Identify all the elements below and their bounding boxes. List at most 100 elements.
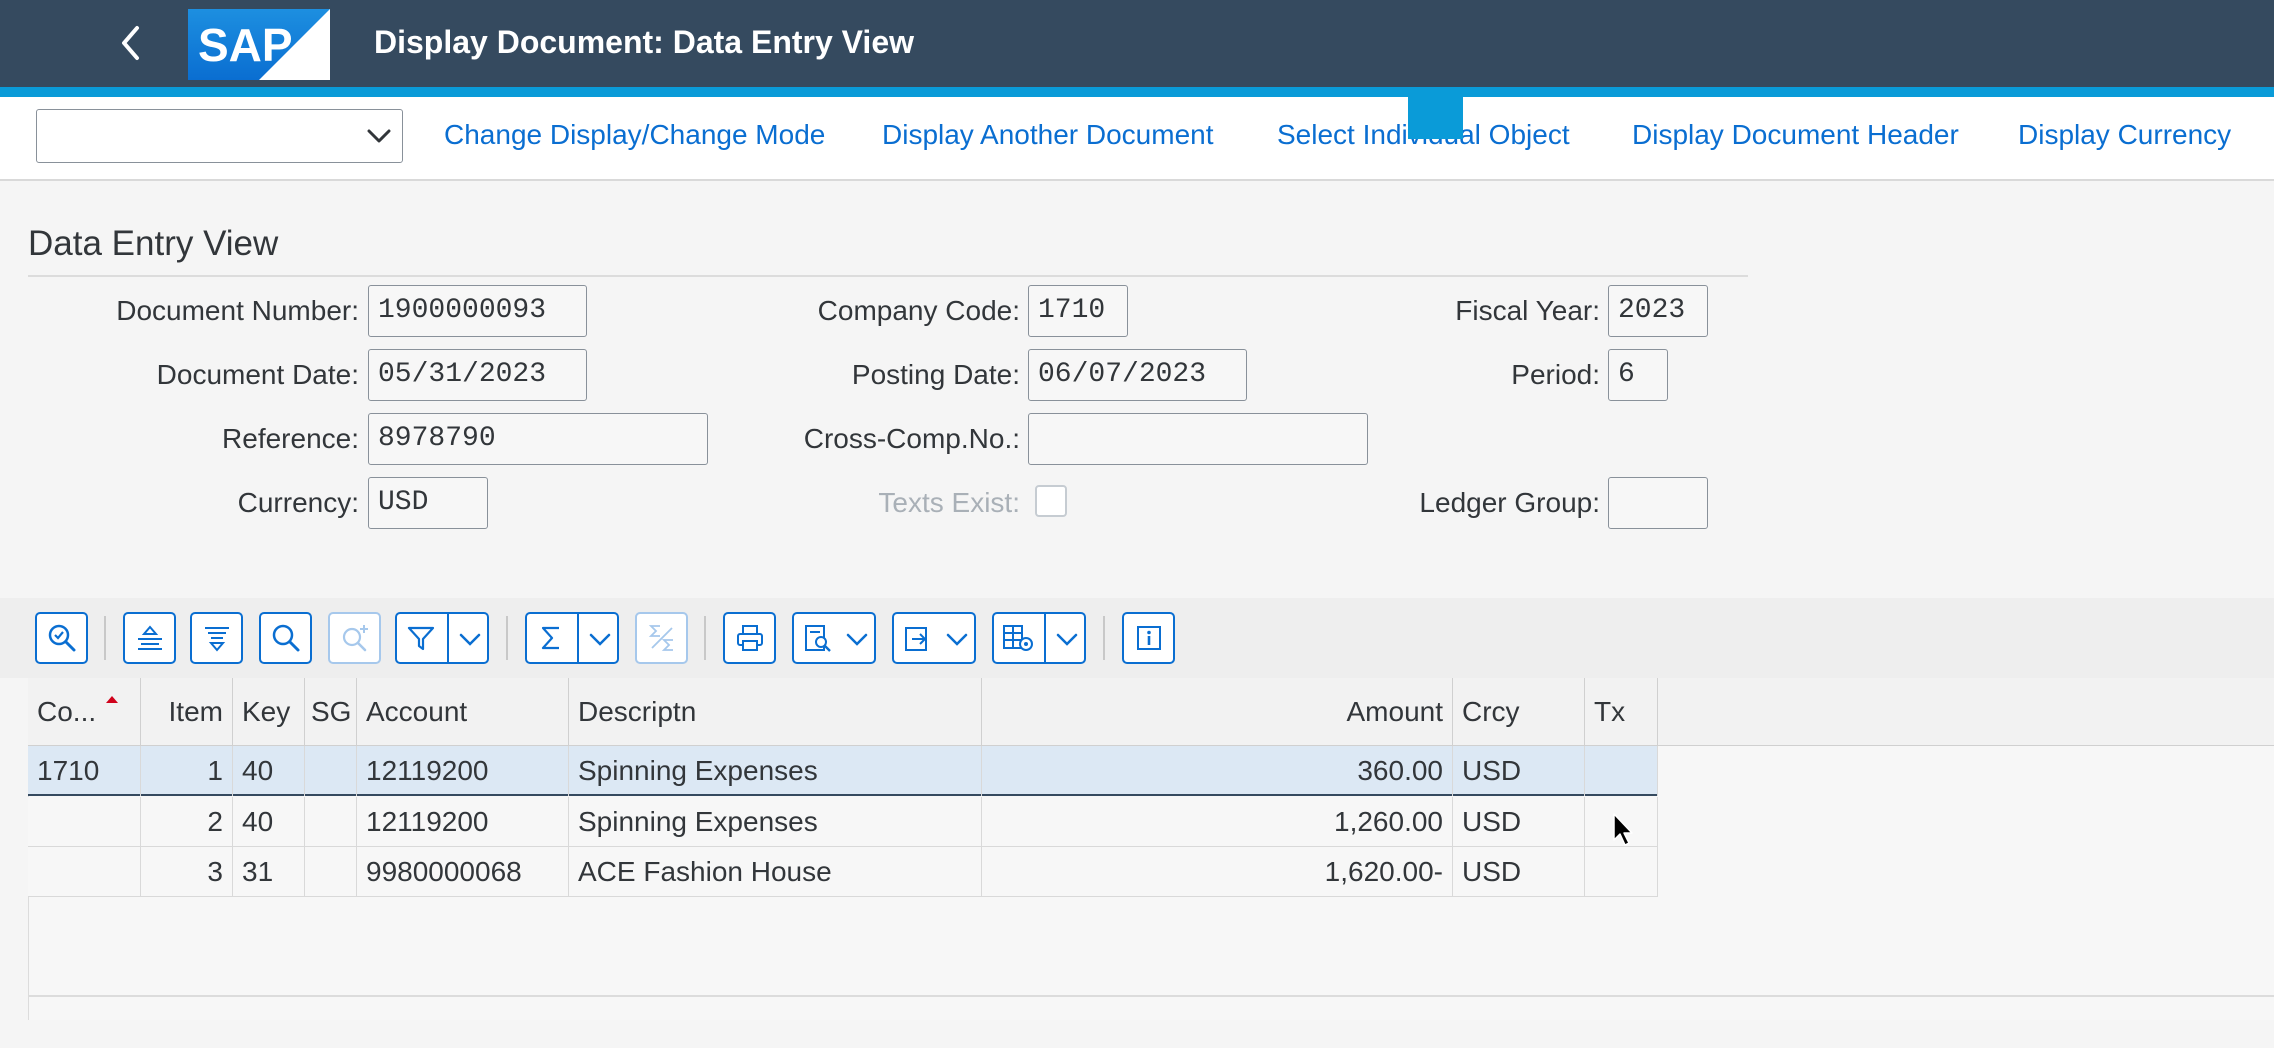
cell-sg xyxy=(305,746,357,796)
column-header-item[interactable]: Item xyxy=(141,678,233,746)
reference-field[interactable]: 8978790 xyxy=(368,413,708,465)
toolbar-separator xyxy=(704,616,706,660)
cell-amount: 1,260.00 xyxy=(982,797,1453,847)
shell-accent-bar xyxy=(0,87,2274,97)
period-field[interactable]: 6 xyxy=(1608,349,1668,401)
change-display-mode-button[interactable]: Change Display/Change Mode xyxy=(444,115,825,155)
reference-label: Reference: xyxy=(222,423,359,454)
document-date-field[interactable]: 05/31/2023 xyxy=(368,349,587,401)
more-actions-combobox[interactable] xyxy=(36,109,403,163)
column-header-description[interactable]: Descriptn xyxy=(569,678,982,746)
layout-settings-icon xyxy=(1003,625,1033,651)
cross-comp-no-label: Cross-Comp.No.: xyxy=(803,423,1020,454)
cell-company xyxy=(28,797,141,847)
display-document-header-button[interactable]: Display Document Header xyxy=(1632,115,1959,155)
cell-item: 3 xyxy=(141,847,233,897)
chevron-down-icon xyxy=(459,633,481,646)
posting-date-field[interactable]: 06/07/2023 xyxy=(1028,349,1247,401)
cell-company xyxy=(28,847,141,897)
export-icon xyxy=(905,627,927,651)
cell-account: 12119200 xyxy=(357,746,569,796)
cell-description: ACE Fashion House xyxy=(569,847,982,897)
column-header-company[interactable]: Co... xyxy=(28,678,141,746)
currency-label: Currency: xyxy=(237,487,359,518)
column-header-key[interactable]: Key xyxy=(233,678,305,746)
sum-icon xyxy=(541,626,559,650)
chevron-down-icon xyxy=(946,633,968,646)
subtotal-icon xyxy=(648,625,673,651)
cell-amount: 1,620.00- xyxy=(982,847,1453,897)
fiscal-year-field[interactable]: 2023 xyxy=(1608,285,1708,337)
cell-key: 40 xyxy=(233,746,305,796)
chevron-down-icon xyxy=(367,129,391,143)
cell-currency: USD xyxy=(1453,746,1585,796)
details-button[interactable] xyxy=(35,612,88,664)
find-button[interactable] xyxy=(259,612,312,664)
period-label: Period: xyxy=(1511,359,1600,390)
display-another-document-button[interactable]: Display Another Document xyxy=(882,115,1214,155)
column-header-tax[interactable]: Tx xyxy=(1585,678,1658,746)
chevron-down-icon xyxy=(589,633,611,646)
cell-company: 1710 xyxy=(28,746,141,796)
print-icon xyxy=(736,625,763,651)
chevron-left-icon xyxy=(122,26,139,60)
cell-key: 40 xyxy=(233,797,305,847)
cell-tax xyxy=(1585,847,1658,897)
cell-description: Spinning Expenses xyxy=(569,797,982,847)
section-title: Data Entry View xyxy=(28,224,279,263)
cell-item: 2 xyxy=(141,797,233,847)
find-next-icon xyxy=(342,625,368,652)
search-icon xyxy=(272,624,299,652)
texts-exist-label: Texts Exist: xyxy=(878,487,1020,518)
section-divider xyxy=(28,275,1748,277)
column-header-amount[interactable]: Amount xyxy=(982,678,1453,746)
display-currency-button[interactable]: Display Currency xyxy=(2018,115,2231,155)
ledger-group-label: Ledger Group: xyxy=(1419,487,1600,518)
page-title: Display Document: Data Entry View xyxy=(374,24,914,60)
sort-descending-icon xyxy=(204,627,229,652)
information-button[interactable] xyxy=(1122,612,1175,664)
table-bottom-border xyxy=(28,995,2274,997)
cell-amount: 360.00 xyxy=(982,746,1453,796)
document-number-label: Document Number: xyxy=(116,295,359,326)
toolbar-separator xyxy=(1103,616,1105,660)
column-header-sg[interactable]: SG xyxy=(305,678,357,746)
document-date-label: Document Date: xyxy=(156,359,359,390)
cross-comp-no-field[interactable] xyxy=(1028,413,1368,465)
cell-sg xyxy=(305,847,357,897)
mouse-cursor-icon xyxy=(1613,813,1633,846)
total-menu-button[interactable] xyxy=(525,612,619,664)
layout-menu-button[interactable] xyxy=(992,612,1086,664)
cell-item: 1 xyxy=(141,746,233,796)
export-menu-button[interactable] xyxy=(892,612,976,664)
cell-account: 9980000068 xyxy=(357,847,569,897)
currency-field[interactable]: USD xyxy=(368,477,488,529)
sort-ascending-icon xyxy=(137,625,162,650)
toolbar-separator xyxy=(506,616,508,660)
texts-exist-checkbox[interactable] xyxy=(1035,485,1067,517)
sort-ascending-button[interactable] xyxy=(123,612,176,664)
views-menu-button[interactable] xyxy=(792,612,876,664)
filter-menu-button[interactable] xyxy=(395,612,489,664)
column-header-currency[interactable]: Crcy xyxy=(1453,678,1585,746)
sort-indicator-icon xyxy=(106,696,118,703)
filter-icon xyxy=(407,626,435,651)
column-header-account[interactable]: Account xyxy=(357,678,569,746)
cell-currency: USD xyxy=(1453,847,1585,897)
sap-logo: SAP xyxy=(188,9,330,80)
company-code-field[interactable]: 1710 xyxy=(1028,285,1128,337)
print-button[interactable] xyxy=(723,612,776,664)
cell-key: 31 xyxy=(233,847,305,897)
back-button[interactable] xyxy=(108,18,154,68)
cell-description: Spinning Expenses xyxy=(569,746,982,796)
subtotal-button[interactable] xyxy=(635,612,688,664)
fiscal-year-label: Fiscal Year: xyxy=(1455,295,1600,326)
button-split xyxy=(577,614,579,662)
document-number-field[interactable]: 1900000093 xyxy=(368,285,587,337)
views-icon xyxy=(805,625,831,652)
find-next-button[interactable] xyxy=(328,612,381,664)
ledger-group-field[interactable] xyxy=(1608,477,1708,529)
cell-account: 12119200 xyxy=(357,797,569,847)
sap-logo-text: SAP xyxy=(198,19,293,71)
sort-descending-button[interactable] xyxy=(190,612,243,664)
